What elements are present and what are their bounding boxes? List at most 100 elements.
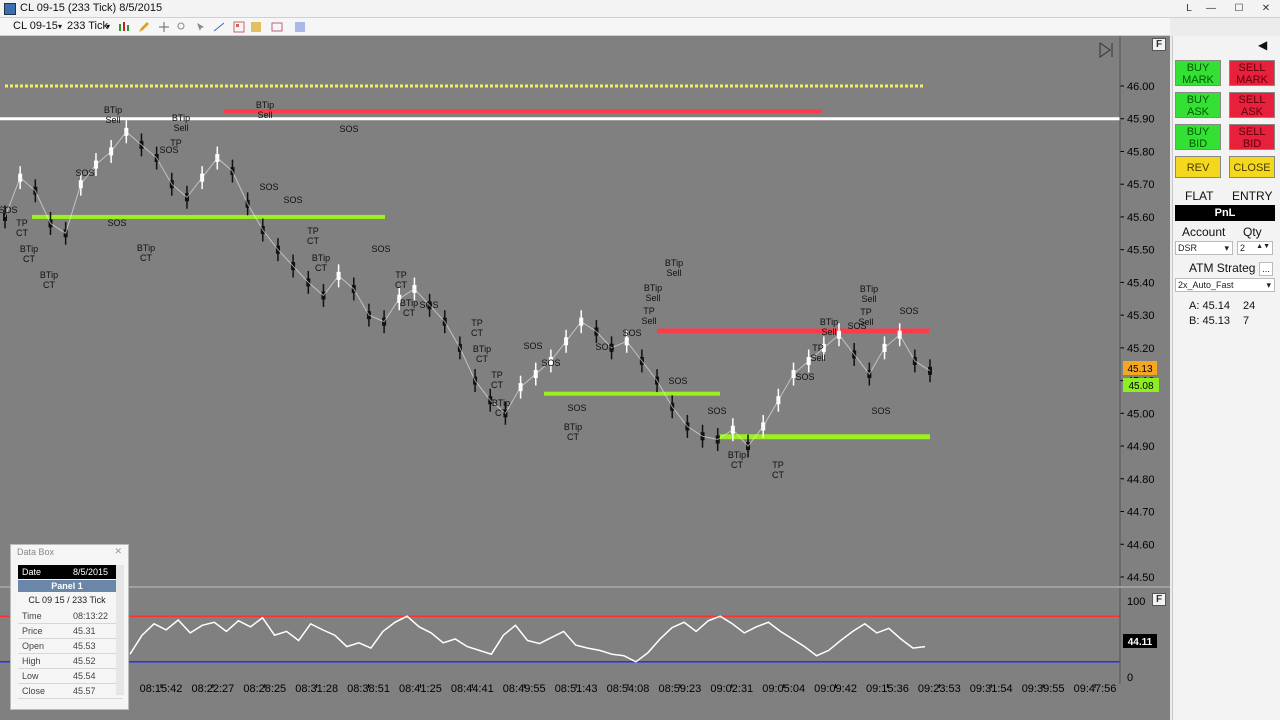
sell-bid-button[interactable]: SELL BID bbox=[1229, 124, 1275, 150]
buy-market-button[interactable]: BUY MARK bbox=[1175, 60, 1221, 86]
signal-annotation: SOS bbox=[107, 218, 126, 228]
time-tick-label: 08:49:55 bbox=[503, 683, 546, 695]
signal-annotation: SOS bbox=[75, 168, 94, 178]
collapse-panel-icon[interactable]: ◀ bbox=[1258, 38, 1267, 52]
price-tick-label: 45.90 bbox=[1127, 114, 1155, 126]
trading-window: CL 09-15 (233 Tick) 8/5/2015 L — ☐ ✕ CL … bbox=[0, 0, 1280, 720]
data-box-row-label: High bbox=[22, 656, 41, 666]
data-box-row-label: Open bbox=[22, 641, 45, 651]
properties-icon[interactable] bbox=[233, 21, 245, 33]
signal-annotation: BTip Sell bbox=[665, 258, 683, 278]
buy-bid-button[interactable]: BUY BID bbox=[1175, 124, 1221, 150]
account-select[interactable]: DSR ▾ bbox=[1175, 241, 1233, 255]
instrument-selector[interactable]: CL 09-15 bbox=[13, 20, 58, 32]
price-tick-label: 44.90 bbox=[1127, 441, 1155, 453]
atm-more-button[interactable]: ... bbox=[1259, 262, 1273, 276]
bid-badge: 45.08 bbox=[1123, 378, 1159, 392]
price-chart[interactable]: BTip Sell BTip SellBTip SellSOSSOSSOSSOSSOSS… bbox=[0, 36, 1170, 720]
price-tick-label: 45.60 bbox=[1127, 212, 1155, 224]
data-box-row-value: 45.52 bbox=[73, 656, 96, 666]
time-tick-label: 09:15:36 bbox=[866, 683, 909, 695]
crosshair-icon[interactable] bbox=[158, 21, 170, 33]
time-tick-label: 08:54:08 bbox=[607, 683, 650, 695]
chart-trader-icon[interactable] bbox=[294, 21, 306, 33]
signal-annotation: SOS bbox=[0, 205, 18, 215]
data-box-title: Data Box bbox=[17, 547, 55, 557]
green-support-zone bbox=[544, 391, 720, 396]
green-support-zone bbox=[720, 434, 930, 440]
indicator-panel-bg bbox=[0, 588, 1120, 684]
signal-annotation: TP CT bbox=[491, 370, 503, 390]
signal-annotation: SOS bbox=[707, 406, 726, 416]
price-tick-label: 44.70 bbox=[1127, 507, 1155, 519]
data-box-row: Price 45.31 bbox=[18, 624, 123, 639]
maximize-button[interactable]: ☐ bbox=[1228, 1, 1250, 16]
data-box-row: Low 45.54 bbox=[18, 669, 123, 684]
indicator-tick-label: 100 bbox=[1127, 596, 1145, 608]
chart-area[interactable]: BTip Sell BTip Sell BTip Sell SOS SOS SOS SOS SOS S… bbox=[0, 36, 1170, 720]
chevron-down-icon: ▾ bbox=[1266, 280, 1271, 290]
window-title: CL 09-15 (233 Tick) 8/5/2015 bbox=[20, 2, 163, 14]
line-tool-icon[interactable] bbox=[213, 21, 225, 33]
close-icon[interactable]: ✕ bbox=[114, 546, 122, 557]
pencil-icon[interactable] bbox=[138, 21, 150, 33]
panel-header: Panel 1 bbox=[18, 580, 116, 592]
time-tick-label: 08:38:51 bbox=[347, 683, 390, 695]
buy-ask-button[interactable]: BUY ASK bbox=[1175, 92, 1221, 118]
indicator-tick-label: 0 bbox=[1127, 672, 1133, 684]
template-icon[interactable] bbox=[250, 21, 262, 33]
signal-annotation: SOS bbox=[541, 358, 560, 368]
strategy-icon[interactable] bbox=[271, 21, 283, 33]
close-position-button[interactable]: CLOSE bbox=[1229, 156, 1275, 178]
signal-annotation: SOS bbox=[871, 406, 890, 416]
data-box[interactable]: Data Box ✕ Date 8/5/2015 Panel 1 CL 09 1… bbox=[10, 544, 129, 710]
time-tick-label: 08:59:23 bbox=[658, 683, 701, 695]
price-tick-label: 44.50 bbox=[1127, 572, 1155, 584]
chevron-down-icon[interactable]: ▾ bbox=[58, 22, 62, 31]
signal-annotation: SOS bbox=[339, 124, 358, 134]
signal-annotation: SOS bbox=[419, 300, 438, 310]
time-axis: 08:15:42 08:22:27 08:28:25 08:31:28 08:38:51… bbox=[140, 683, 1117, 695]
price-tick-label: 45.50 bbox=[1127, 245, 1155, 257]
cursor-icon[interactable] bbox=[195, 21, 207, 33]
zoom-icon[interactable] bbox=[176, 21, 188, 33]
sell-ask-button[interactable]: SELL ASK bbox=[1229, 92, 1275, 118]
signal-annotation: TP CT bbox=[772, 460, 784, 480]
pnl-display: PnL bbox=[1175, 205, 1275, 221]
atm-strategy-select[interactable]: 2x_Auto_Fast ▾ bbox=[1175, 278, 1275, 292]
bars-icon[interactable] bbox=[118, 21, 130, 33]
close-window-button[interactable]: ✕ bbox=[1255, 1, 1277, 16]
data-box-scrollbar[interactable] bbox=[116, 565, 124, 695]
time-tick-label: 09:02:31 bbox=[710, 683, 753, 695]
entry-label: ENTRY bbox=[1232, 189, 1273, 203]
stepper-icon[interactable]: ▲▼ bbox=[1256, 241, 1270, 253]
link-button[interactable]: L bbox=[1178, 1, 1200, 16]
signal-annotation: SOS bbox=[795, 372, 814, 382]
qty-label: Qty bbox=[1243, 225, 1262, 239]
price-tick-label: 45.00 bbox=[1127, 408, 1155, 420]
svg-text:44.11: 44.11 bbox=[1128, 637, 1153, 648]
time-tick-label: 09:05:04 bbox=[762, 683, 805, 695]
sell-market-button[interactable]: SELL MARK bbox=[1229, 60, 1275, 86]
chevron-down-icon[interactable]: ▾ bbox=[106, 22, 110, 31]
time-tick-label: 08:44:41 bbox=[451, 683, 494, 695]
signal-annotation: TP bbox=[170, 138, 182, 148]
account-label: Account bbox=[1182, 225, 1226, 239]
price-tick-label: 44.80 bbox=[1127, 474, 1155, 486]
chart-toolbar: CL 09-15 ▾ 233 Tick ▾ bbox=[0, 18, 1170, 36]
time-tick-label: 09:31:54 bbox=[970, 683, 1013, 695]
data-box-row-value: 45.57 bbox=[73, 686, 96, 696]
date-label: Date bbox=[22, 567, 42, 577]
reverse-button[interactable]: REV bbox=[1175, 156, 1221, 178]
interval-selector[interactable]: 233 Tick bbox=[67, 20, 108, 32]
data-box-row-value: 08:13:22 bbox=[73, 611, 109, 621]
svg-text:45.13: 45.13 bbox=[1127, 364, 1152, 375]
float-panel-button[interactable]: F bbox=[1152, 38, 1166, 51]
price-tick-label: 45.80 bbox=[1127, 146, 1155, 158]
time-tick-label: 09:09:42 bbox=[814, 683, 857, 695]
red-resistance-zone bbox=[657, 328, 929, 334]
qty-stepper[interactable]: 2 ▲▼ bbox=[1237, 241, 1273, 255]
minimize-button[interactable]: — bbox=[1200, 1, 1222, 16]
float-indicator-button[interactable]: F bbox=[1152, 593, 1166, 606]
svg-text:45.08: 45.08 bbox=[1128, 381, 1153, 392]
